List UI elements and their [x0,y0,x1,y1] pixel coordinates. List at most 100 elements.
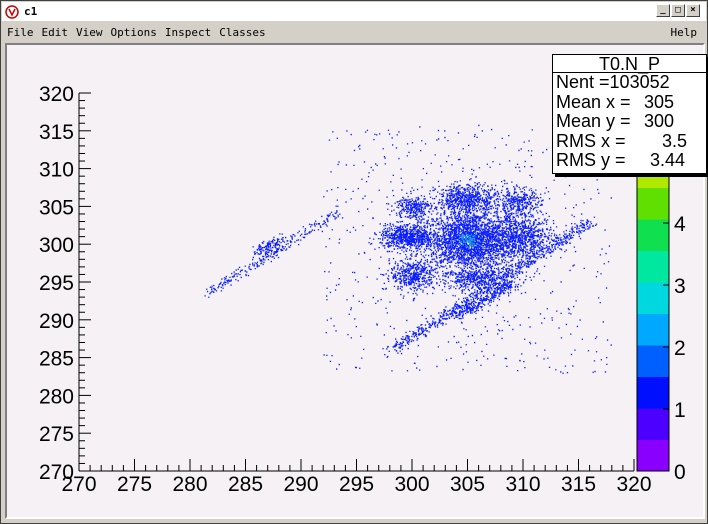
colorbar-tick-label: 4 [674,213,686,236]
colorbar-segment [637,414,669,422]
colorbar-segment [637,452,669,459]
colorbar-segment [637,326,669,333]
colorbar-segment [637,351,669,359]
stats-row-rms-y: RMS y = 3.44 [553,150,706,171]
colorbar-segment [637,275,669,283]
canvas[interactable]: 270 275 280 285 290 295 300 305 310 315 320 270 275 2… [5,43,707,519]
stats-value: 3.5 [662,130,688,151]
colorbar-segment [637,237,669,245]
colorbar-segment [637,269,669,277]
plot-area [79,93,634,471]
y-tick-label: 280 [39,385,74,408]
colorbar-segment [637,389,669,396]
menu-bar: File Edit View Options Inspect Classes H… [2,22,706,42]
stats-value: 305 [644,91,675,112]
colorbar-segment [637,300,669,308]
root-app-icon [5,4,19,19]
colorbar-segment [637,433,669,440]
close-button[interactable]: × [686,4,700,17]
minimize-button[interactable]: _ [656,4,670,17]
x-tick-label: 290 [283,473,318,496]
x-tick-label: 320 [616,473,651,496]
x-tick-label: 305 [450,473,485,496]
y-tick-label: 285 [39,348,74,371]
y-tick-label: 275 [39,423,74,446]
colorbar-tick-label: 2 [674,337,686,360]
colorbar-segment [637,345,669,352]
colorbar-tick-label: 1 [674,399,686,422]
x-tick-label: 285 [228,473,263,496]
colorbar-segment [637,332,669,340]
x-tick-label: 295 [339,473,374,496]
y-tick-label: 320 [39,83,74,106]
colorbar-segment [637,200,669,207]
colorbar-segment [637,458,669,466]
title-bar[interactable]: c1 _ □ × [2,2,706,21]
colorbar-segment [637,256,669,264]
menu-classes[interactable]: Classes [215,26,269,39]
stats-value: 103052 [609,72,670,93]
x-tick-label: 315 [561,473,596,496]
y-tick-label: 270 [39,461,74,484]
colorbar-segment [637,420,669,428]
colorbar-tick-label: 0 [674,461,686,484]
maximize-button[interactable]: □ [671,4,685,17]
y-tick-label: 300 [39,234,74,257]
colorbar-segment [637,174,669,182]
menu-view[interactable]: View [72,26,107,39]
colorbar-segment [637,426,669,434]
colorbar-segment [637,219,669,226]
colorbar-segment [637,206,669,214]
x-tick-label: 300 [394,473,429,496]
colorbar-segment [637,395,669,403]
stats-row-nent: Nent = 103052 [553,72,706,93]
stats-label: Nent = [556,72,610,93]
menu-inspect[interactable]: Inspect [161,26,215,39]
x-tick-label: 275 [117,473,152,496]
menu-file[interactable]: File [2,26,38,39]
menu-options[interactable]: Options [107,26,161,39]
colorbar-tick-label: 3 [674,275,686,298]
colorbar-segment [637,464,669,472]
stats-row-rms-x: RMS x = 3.5 [553,130,706,152]
colorbar-segment [637,244,669,251]
colorbar-segment [637,319,669,327]
x-tick-label: 310 [505,473,540,496]
colorbar-segment [637,338,669,346]
colorbar-segment [637,439,669,447]
stats-value: 300 [644,111,675,132]
colorbar-segment [637,263,669,270]
colorbar-segment [637,250,669,258]
stats-row-mean-x: Mean x = 305 [553,91,706,113]
stats-label: RMS x = [556,130,626,151]
y-tick-label: 315 [39,121,74,144]
colorbar-segment [637,187,669,195]
colorbar-segment [637,307,669,314]
stats-label: RMS y = [556,150,626,171]
colorbar-segment [637,445,669,453]
window-title: c1 [24,5,38,18]
stats-label: Mean x = [556,91,631,112]
menu-edit[interactable]: Edit [38,26,73,39]
y-tick-label: 305 [39,196,74,219]
stats-box[interactable]: T0.N_P Nent = 103052 Mean x = 305 Mean y… [552,54,707,174]
colorbar-segment [637,225,669,233]
y-tick-label: 310 [39,159,74,182]
colorbar-segment [637,370,669,377]
stats-row-mean-y: Mean y = 300 [553,111,706,132]
colorbar-segment [637,313,669,321]
y-tick-label: 290 [39,310,74,333]
stats-label: Mean y = [556,111,631,132]
colorbar-segment [637,212,669,220]
colorbar-segment [637,401,669,409]
colorbar-segment [637,231,669,239]
menu-help[interactable]: Help [667,26,702,39]
colorbar-segment [637,294,669,302]
stats-value: 3.44 [650,150,686,171]
root-window: c1 _ □ × File Edit View Options Inspect … [0,0,708,524]
colorbar-segment [637,193,669,201]
colorbar-segment [637,376,669,384]
colorbar-segment [637,382,669,390]
y-tick-label: 295 [39,272,74,295]
colorbar-segment [637,357,669,365]
